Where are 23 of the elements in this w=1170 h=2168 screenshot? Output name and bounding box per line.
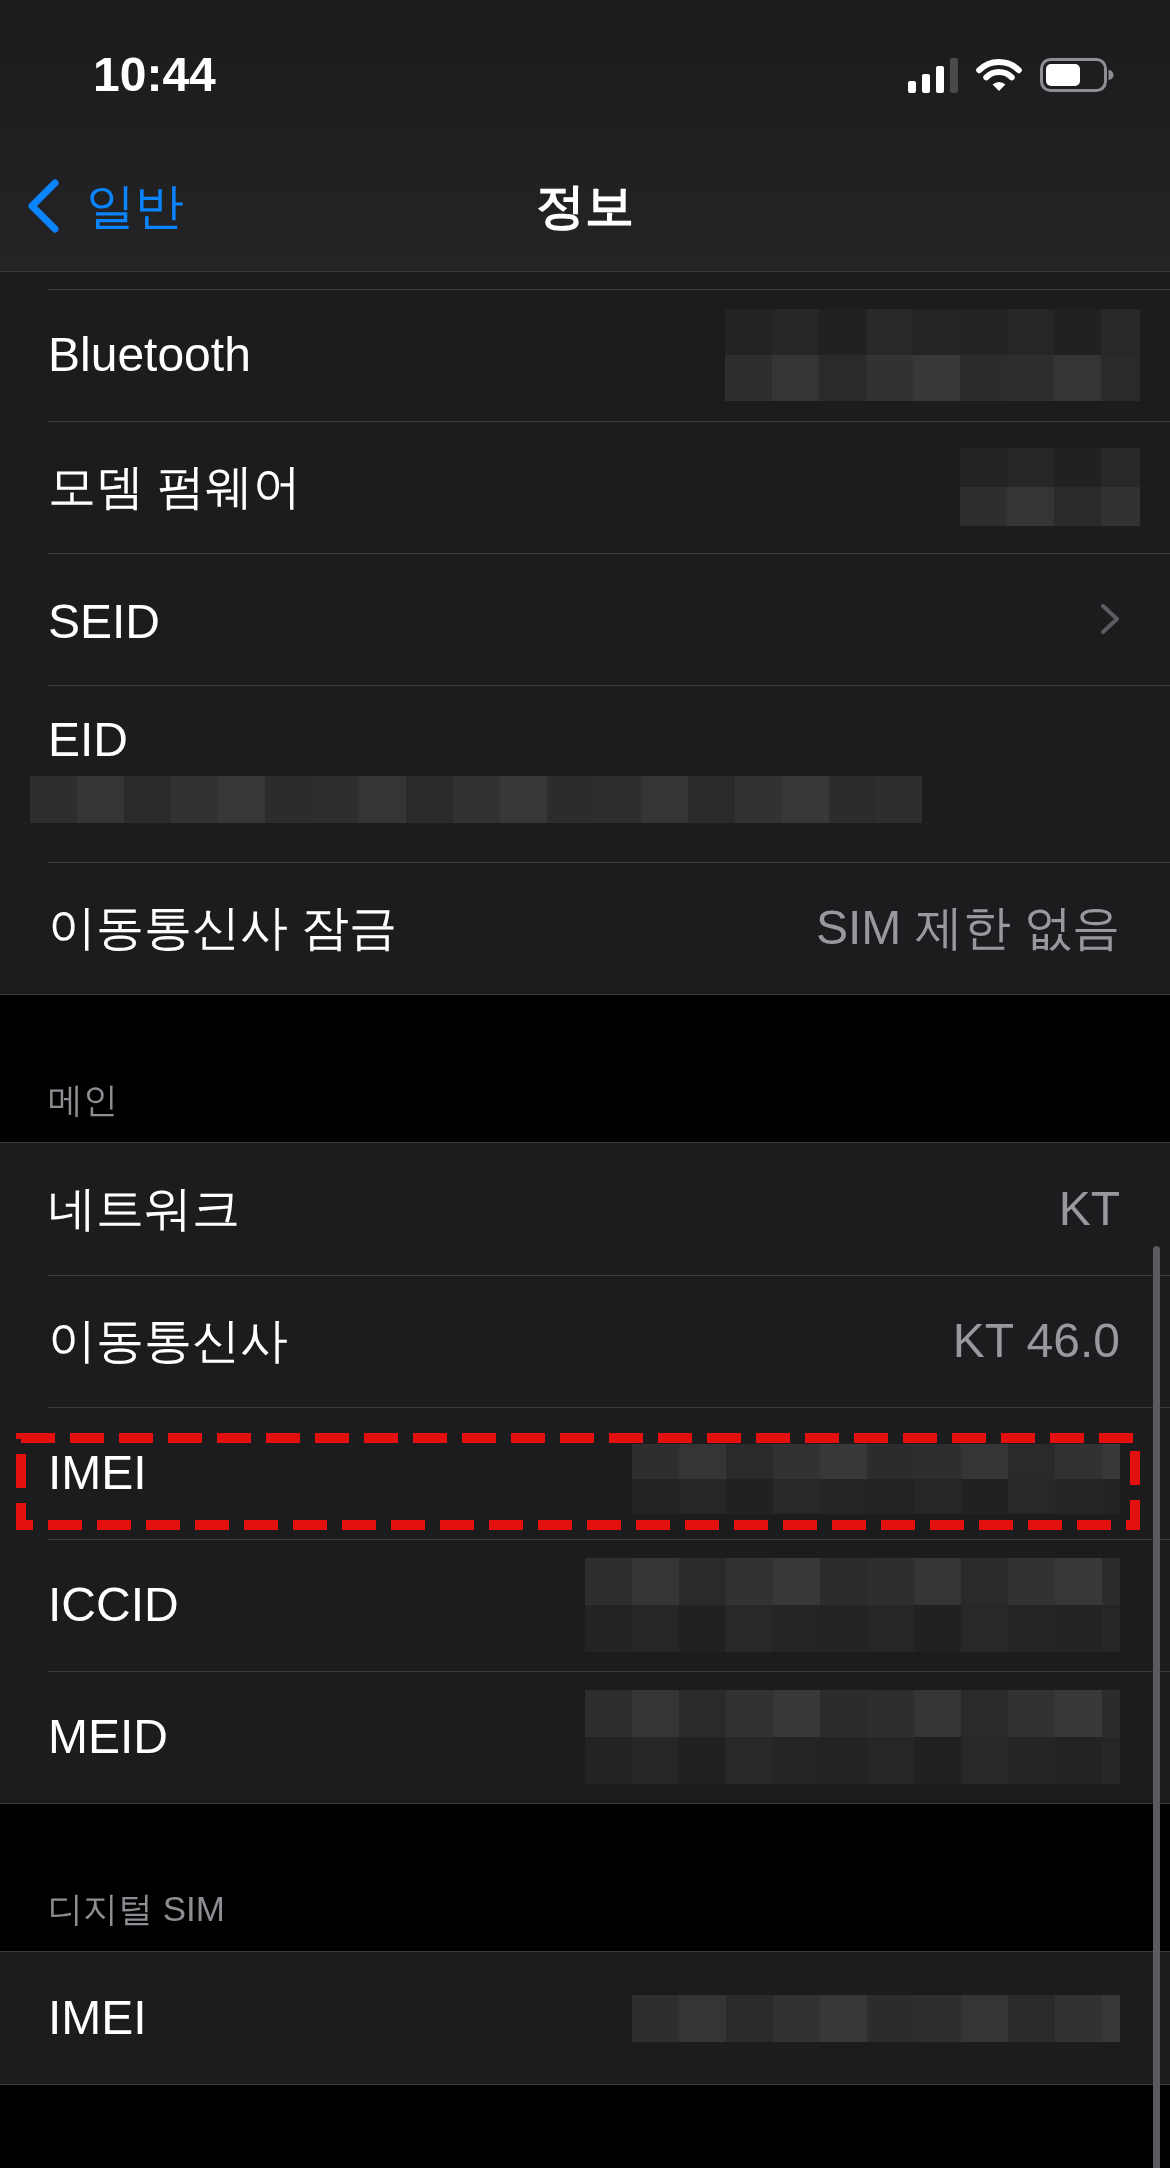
battery-icon	[1040, 58, 1114, 92]
row-label: 네트워크	[48, 1182, 240, 1236]
row-label: Bluetooth	[48, 328, 251, 382]
wifi-icon	[975, 57, 1023, 93]
row-value: KT 46.0	[952, 1314, 1120, 1368]
row-label: IMEI	[48, 1991, 147, 2045]
row-label: MEID	[48, 1710, 168, 1764]
row-label: ICCID	[48, 1578, 179, 1632]
status-time: 10:44	[93, 48, 216, 102]
row-label: EID	[48, 713, 128, 767]
row-value: SIM 제한 없음	[816, 901, 1120, 955]
nav-title: 정보	[536, 177, 634, 235]
chevron-icon	[1100, 603, 1120, 635]
row-label: 이동통신사 잠금	[48, 901, 398, 955]
section-header: 메인	[48, 1079, 118, 1121]
row-label: IMEI	[48, 1446, 147, 1500]
row-label: 이동통신사	[48, 1314, 288, 1368]
signal-icon	[908, 57, 958, 93]
section-header: 디지털 SIM	[48, 1888, 225, 1930]
row-label: 모뎀 펌웨어	[48, 460, 302, 514]
row-value: KT	[1058, 1182, 1120, 1236]
chevron-icon	[26, 179, 60, 233]
back-button[interactable]: 일반	[26, 176, 184, 236]
